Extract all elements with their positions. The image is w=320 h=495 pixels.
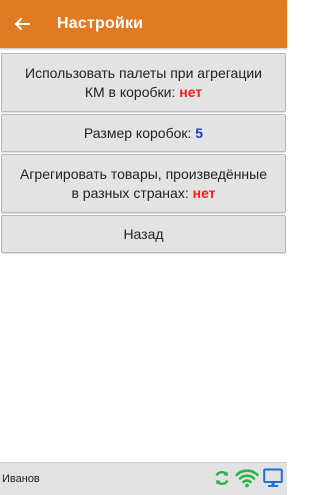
back-button-label: Назад xyxy=(123,225,164,242)
box-size-label: Размер коробок: 5 xyxy=(84,124,203,143)
use-pallets-text-line2: КМ в коробки: xyxy=(84,83,180,100)
use-pallets-text-line1: Использовать палеты при агрегации xyxy=(25,64,262,81)
back-button[interactable]: Назад xyxy=(1,215,286,253)
box-size-value: 5 xyxy=(195,124,204,141)
status-icons xyxy=(213,468,283,493)
box-size-button[interactable]: Размер коробок: 5 xyxy=(1,114,286,152)
use-pallets-button[interactable]: Использовать палеты при агрегации КМ в к… xyxy=(1,53,286,112)
aggregate-countries-button[interactable]: Агрегировать товары, произведённые в раз… xyxy=(1,154,286,213)
use-pallets-value: нет xyxy=(179,83,203,100)
app-bar: Настройки xyxy=(0,0,287,48)
aggregate-countries-text-line1: Агрегировать товары, произведённые xyxy=(19,165,268,182)
status-bar: Иванов xyxy=(0,462,287,495)
box-size-text: Размер коробок: xyxy=(83,124,196,141)
aggregate-countries-text-line2: в разных странах: xyxy=(71,184,193,201)
monitor-icon xyxy=(263,468,283,493)
back-arrow-icon[interactable] xyxy=(12,14,32,34)
wifi-icon xyxy=(235,468,259,493)
page-title: Настройки xyxy=(57,15,144,32)
aggregate-countries-value: нет xyxy=(192,184,216,201)
user-name: Иванов xyxy=(2,473,40,485)
aggregate-countries-label: Агрегировать товары, произведённые в раз… xyxy=(20,165,267,203)
sync-icon[interactable] xyxy=(213,469,231,492)
settings-menu: Использовать палеты при агрегации КМ в к… xyxy=(1,53,286,255)
use-pallets-label: Использовать палеты при агрегации КМ в к… xyxy=(25,64,262,102)
